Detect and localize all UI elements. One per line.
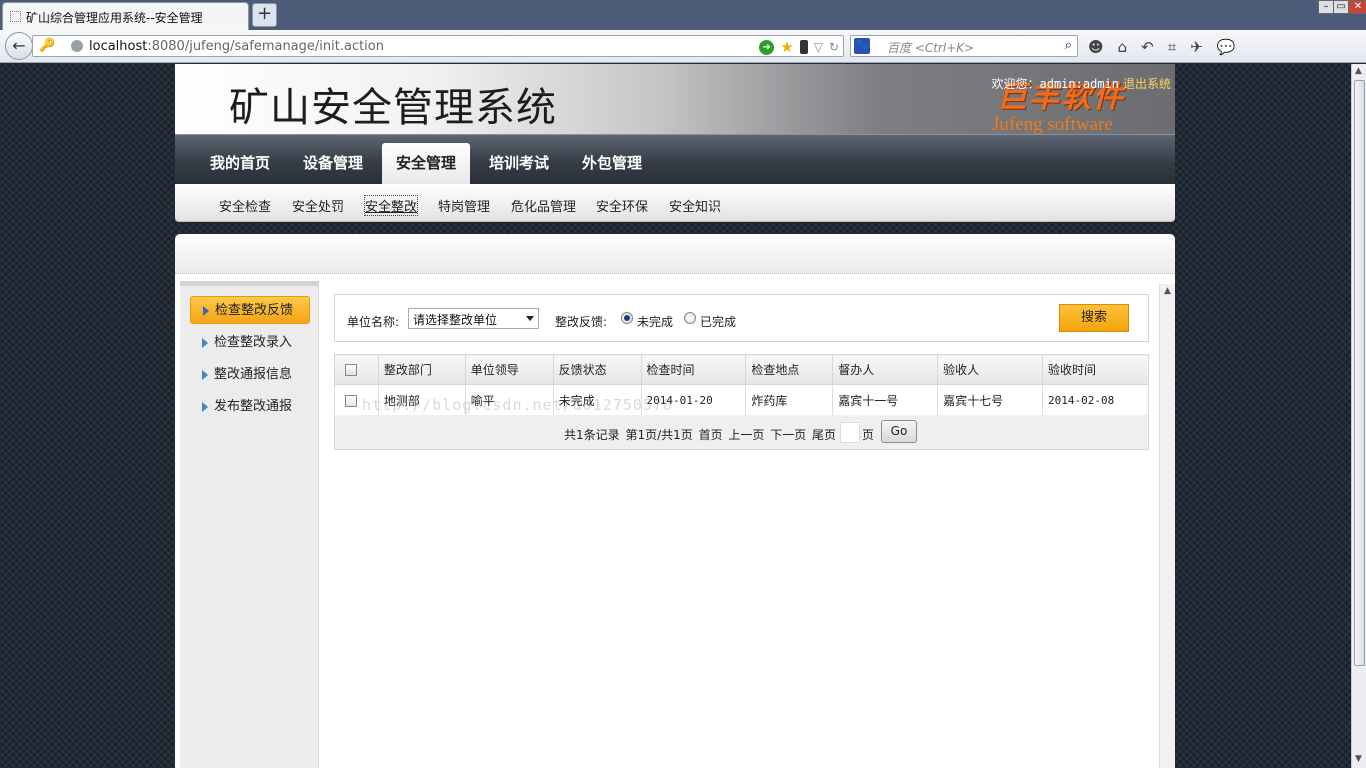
nav-safety[interactable]: 安全管理	[382, 143, 470, 185]
address-bar[interactable]: 🔑 localhost:8080/jufeng/safemanage/init.…	[32, 35, 844, 57]
subnav-hazardous-chemicals[interactable]: 危化品管理	[511, 196, 576, 215]
chevron-down-icon	[526, 316, 534, 321]
radio-complete[interactable]	[684, 312, 696, 324]
nav-outsourcing[interactable]: 外包管理	[582, 152, 642, 173]
content-header-bar	[175, 234, 1175, 274]
sub-navigation: 安全检查 安全处罚 安全整改 特岗管理 危化品管理 安全环保 安全知识	[175, 184, 1175, 222]
column-header[interactable]: 反馈状态	[552, 354, 642, 385]
sidebar-item-feedback[interactable]: 检查整改反馈	[190, 296, 310, 324]
go-arrow-icon[interactable]: ➜	[759, 39, 775, 55]
arrow-right-icon	[202, 338, 208, 348]
arrow-right-icon	[202, 370, 208, 380]
watermark-text: http://blog.csdn.net/u012750578	[362, 396, 673, 414]
row-checkbox[interactable]	[345, 394, 357, 407]
scroll-down-icon[interactable]: ▼	[1355, 754, 1362, 764]
content-area: 检查整改反馈 检查整改录入 整改通报信息 发布整改通报 单位名称: 请选择整改单…	[175, 274, 1175, 768]
radio-incomplete-label: 未完成	[637, 315, 674, 329]
back-button[interactable]: ←	[5, 32, 33, 60]
select-all-cell	[334, 354, 379, 385]
nav-home[interactable]: 我的首页	[210, 152, 270, 173]
reload-icon[interactable]: ↻	[829, 40, 839, 54]
nav-training[interactable]: 培训考试	[489, 152, 549, 173]
undo-icon[interactable]: ↶	[1141, 38, 1154, 56]
company-logo-en: Jufeng software	[992, 114, 1113, 135]
table-cell: 2014-02-08	[1042, 384, 1149, 416]
chat-icon[interactable]: 💬	[1217, 38, 1236, 56]
scroll-up-icon[interactable]: ▲	[1164, 286, 1171, 296]
table-header-row: 整改部门 单位领导 反馈状态 检查时间 检查地点 督办人 验收人 验收时间	[334, 354, 1149, 385]
mobile-icon[interactable]	[799, 40, 808, 54]
minimize-icon[interactable]: –	[1318, 0, 1334, 14]
logout-link[interactable]: 退出系统	[1123, 77, 1171, 91]
site-banner: 矿山安全管理系统 巨丰软件 Jufeng software 欢迎您：admin:…	[175, 64, 1175, 135]
browser-tab[interactable]: 矿山综合管理应用系统--安全管理	[2, 2, 249, 30]
crop-icon[interactable]: ⌗	[1168, 38, 1176, 56]
sidebar: 检查整改反馈 检查整改录入 整改通报信息 发布整改通报	[180, 281, 319, 768]
page-unit-label: 页	[862, 428, 875, 442]
page-scrollbar[interactable]: ▲ ▼	[1351, 64, 1366, 768]
radio-complete-label: 已完成	[700, 315, 737, 329]
sidebar-item-entry[interactable]: 检查整改录入	[190, 329, 310, 357]
dropdown-arrow-icon[interactable]: ▽	[814, 40, 823, 54]
column-header[interactable]: 督办人	[832, 354, 939, 385]
table-cell: 炸药库	[745, 384, 834, 416]
browser-navigation-bar: ← 🔑 localhost:8080/jufeng/safemanage/ini…	[0, 30, 1366, 63]
browser-tab-title: 矿山综合管理应用系统--安全管理	[26, 11, 203, 25]
select-all-checkbox[interactable]	[345, 364, 357, 376]
table-cell: 嘉宾十七号	[937, 384, 1044, 416]
column-header[interactable]: 验收人	[937, 354, 1044, 385]
column-header[interactable]: 单位领导	[464, 354, 554, 385]
feedback-label: 整改反馈:	[555, 315, 608, 329]
site-identity-icon[interactable]: 🔑	[39, 38, 55, 53]
baidu-engine-icon[interactable]: 🐾	[854, 38, 870, 54]
system-title: 矿山安全管理系统	[229, 85, 557, 131]
page-number-input[interactable]	[840, 422, 860, 443]
search-placeholder: 百度 <Ctrl+K>	[887, 41, 975, 55]
search-bar[interactable]: 🐾 百度 <Ctrl+K> ⌕	[850, 35, 1078, 57]
current-user: admin:admin	[1039, 77, 1119, 91]
home-icon[interactable]: ⌂	[1118, 38, 1128, 56]
subnav-special-posts[interactable]: 特岗管理	[438, 196, 490, 215]
content-scrollbar[interactable]: ▲	[1159, 284, 1175, 768]
table-cell: 嘉宾十一号	[832, 384, 939, 416]
column-header[interactable]: 检查时间	[640, 354, 747, 385]
column-header[interactable]: 整改部门	[377, 354, 466, 385]
url-text: localhost:8080/jufeng/safemanage/init.ac…	[89, 39, 384, 54]
welcome-text: 欢迎您：admin:admin 退出系统	[991, 77, 1171, 91]
pagination: 共1条记录 第1页/共1页 首页 上一页 下一页 尾页 页 Go	[334, 415, 1149, 450]
restore-icon[interactable]: ▭	[1333, 0, 1349, 14]
browser-toolbar: ☻ ⌂ ↶ ⌗ ✈ 💬	[1088, 36, 1235, 58]
main-navigation: 我的首页 设备管理 安全管理 培训考试 外包管理	[175, 134, 1175, 185]
arrow-right-icon	[203, 306, 209, 316]
sidebar-item-notices[interactable]: 整改通报信息	[190, 361, 310, 389]
column-header[interactable]: 检查地点	[745, 354, 834, 385]
subnav-environment[interactable]: 安全环保	[596, 196, 648, 215]
subnav-knowledge[interactable]: 安全知识	[669, 196, 721, 215]
search-button[interactable]: 搜索	[1059, 304, 1129, 332]
scroll-up-icon[interactable]: ▲	[1355, 66, 1362, 76]
browser-tab-bar: 矿山综合管理应用系统--安全管理 + – ▭ ✕	[0, 0, 1366, 30]
close-icon[interactable]: ✕	[1348, 0, 1366, 14]
sidebar-item-publish[interactable]: 发布整改通报	[190, 393, 310, 421]
globe-icon	[71, 40, 83, 52]
nav-equipment[interactable]: 设备管理	[303, 152, 363, 173]
subnav-inspection[interactable]: 安全检查	[219, 196, 271, 215]
search-form: 单位名称: 请选择整改单位 整改反馈: 未完成 已完成 搜索	[334, 294, 1149, 342]
bookmark-star-icon[interactable]: ★	[780, 38, 793, 56]
unit-select[interactable]: 请选择整改单位	[408, 308, 539, 329]
arrow-right-icon	[202, 402, 208, 412]
subnav-penalty[interactable]: 安全处罚	[292, 196, 344, 215]
go-button[interactable]: Go	[881, 420, 917, 443]
scroll-thumb[interactable]	[1354, 80, 1365, 666]
addon-icon[interactable]: ☻	[1088, 38, 1104, 56]
radio-incomplete[interactable]	[621, 312, 633, 324]
pagination-summary[interactable]: 共1条记录 第1页/共1页 首页 上一页 下一页 尾页	[564, 426, 836, 443]
extension-icon[interactable]: ✈	[1190, 38, 1203, 56]
unit-label: 单位名称:	[347, 315, 400, 329]
subnav-rectification[interactable]: 安全整改	[363, 195, 419, 216]
new-tab-button[interactable]: +	[252, 3, 277, 27]
page-favicon-icon	[10, 11, 21, 22]
search-icon[interactable]: ⌕	[1065, 38, 1072, 53]
column-header[interactable]: 验收时间	[1042, 354, 1149, 385]
